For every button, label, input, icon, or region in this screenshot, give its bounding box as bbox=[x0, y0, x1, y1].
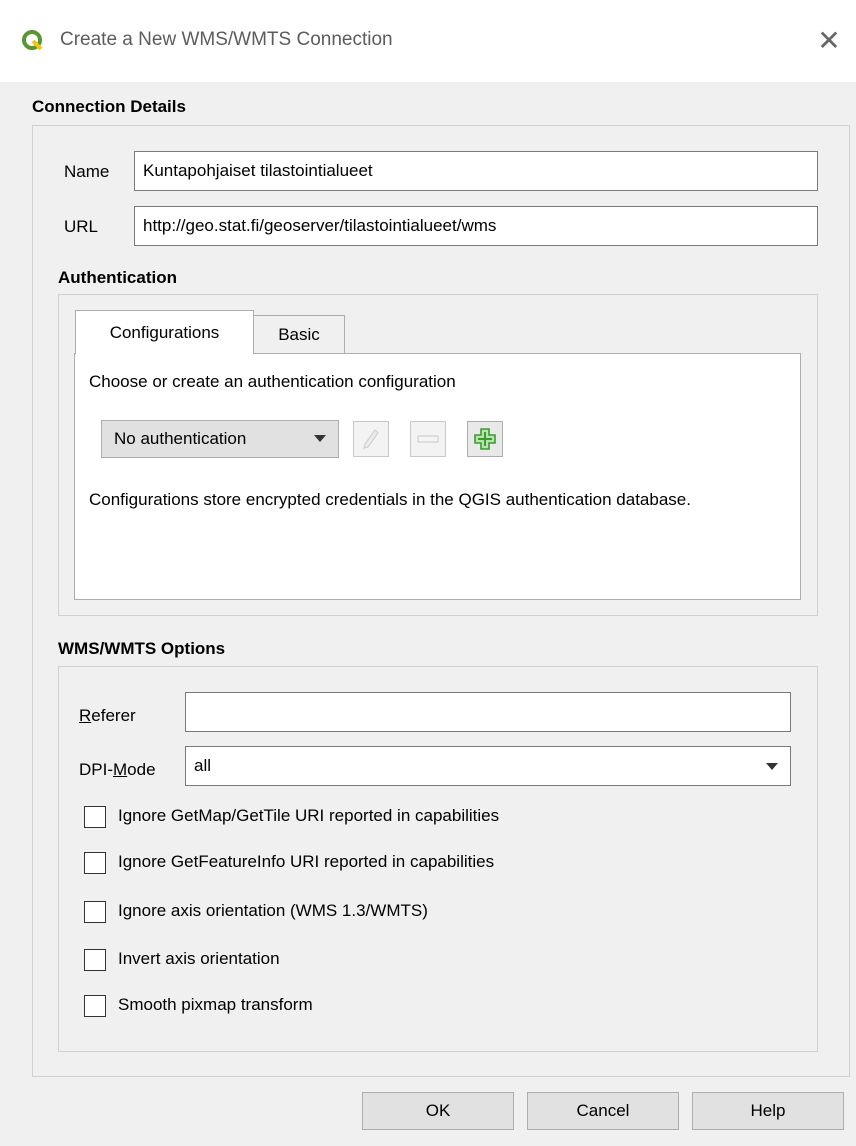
referer-label-rest: eferer bbox=[91, 706, 136, 725]
chevron-down-icon bbox=[314, 435, 326, 442]
dpi-label-suffix: ode bbox=[127, 760, 156, 779]
qgis-icon bbox=[22, 30, 43, 51]
smooth-pixmap-checkbox[interactable] bbox=[84, 995, 106, 1017]
ignore-getmap-checkbox[interactable] bbox=[84, 806, 106, 828]
dpi-mode-value: all bbox=[194, 756, 212, 775]
tab-configurations-label: Configurations bbox=[109, 322, 220, 342]
authentication-heading: Authentication bbox=[58, 268, 177, 287]
dpi-label-prefix: DPI- bbox=[79, 760, 113, 779]
help-button[interactable]: Help bbox=[692, 1092, 844, 1130]
url-field[interactable]: http://geo.stat.fi/geoserver/tilastointi… bbox=[134, 206, 818, 246]
ignore-axis-orientation-checkbox[interactable] bbox=[84, 901, 106, 923]
edit-icon bbox=[363, 429, 379, 449]
auth-info-text: Configurations store encrypted credentia… bbox=[89, 490, 691, 509]
referer-label: Referer bbox=[79, 706, 136, 726]
edit-config-button[interactable] bbox=[353, 421, 389, 457]
cancel-button[interactable]: Cancel bbox=[527, 1092, 679, 1130]
ignore-getfeatureinfo-checkbox[interactable] bbox=[84, 852, 106, 874]
tab-basic-label: Basic bbox=[278, 324, 320, 344]
add-config-button[interactable] bbox=[467, 421, 503, 457]
referer-mnemonic: R bbox=[79, 706, 92, 725]
connection-details-heading: Connection Details bbox=[32, 97, 186, 116]
auth-config-select[interactable]: No authentication bbox=[101, 420, 339, 458]
title-bar: Create a New WMS/WMTS Connection ✕ bbox=[0, 0, 856, 82]
add-icon bbox=[474, 428, 496, 450]
chevron-down-icon bbox=[766, 763, 778, 770]
ignore-getmap-label: Ignore GetMap/GetTile URI reported in ca… bbox=[118, 806, 500, 825]
close-button[interactable]: ✕ bbox=[802, 14, 856, 66]
tab-configurations[interactable]: Configurations bbox=[75, 310, 254, 354]
ignore-getfeatureinfo-label: Ignore GetFeatureInfo URI reported in ca… bbox=[118, 852, 495, 871]
invert-axis-orientation-checkbox[interactable] bbox=[84, 949, 106, 971]
auth-config-value: No authentication bbox=[114, 429, 247, 448]
name-field[interactable]: Kuntapohjaiset tilastointialueet bbox=[134, 151, 818, 191]
choose-config-text: Choose or create an authentication confi… bbox=[89, 372, 456, 391]
smooth-pixmap-label: Smooth pixmap transform bbox=[118, 995, 313, 1014]
name-label: Name bbox=[64, 162, 110, 181]
ignore-axis-orientation-label: Ignore axis orientation (WMS 1.3/WMTS) bbox=[118, 901, 428, 920]
referer-field[interactable] bbox=[185, 692, 791, 732]
dpi-mode-select[interactable]: all bbox=[185, 746, 791, 786]
remove-icon bbox=[417, 435, 439, 443]
close-icon: ✕ bbox=[817, 24, 841, 56]
dpi-mode-label: DPI-Mode bbox=[79, 760, 156, 780]
ok-button[interactable]: OK bbox=[362, 1092, 514, 1130]
remove-config-button[interactable] bbox=[410, 421, 446, 457]
invert-axis-orientation-label: Invert axis orientation bbox=[118, 949, 280, 968]
wms-options-heading: WMS/WMTS Options bbox=[58, 639, 226, 658]
window-title: Create a New WMS/WMTS Connection bbox=[60, 29, 393, 50]
url-label: URL bbox=[64, 217, 99, 236]
tab-basic[interactable]: Basic bbox=[253, 315, 345, 354]
dpi-mnemonic: M bbox=[113, 760, 128, 779]
